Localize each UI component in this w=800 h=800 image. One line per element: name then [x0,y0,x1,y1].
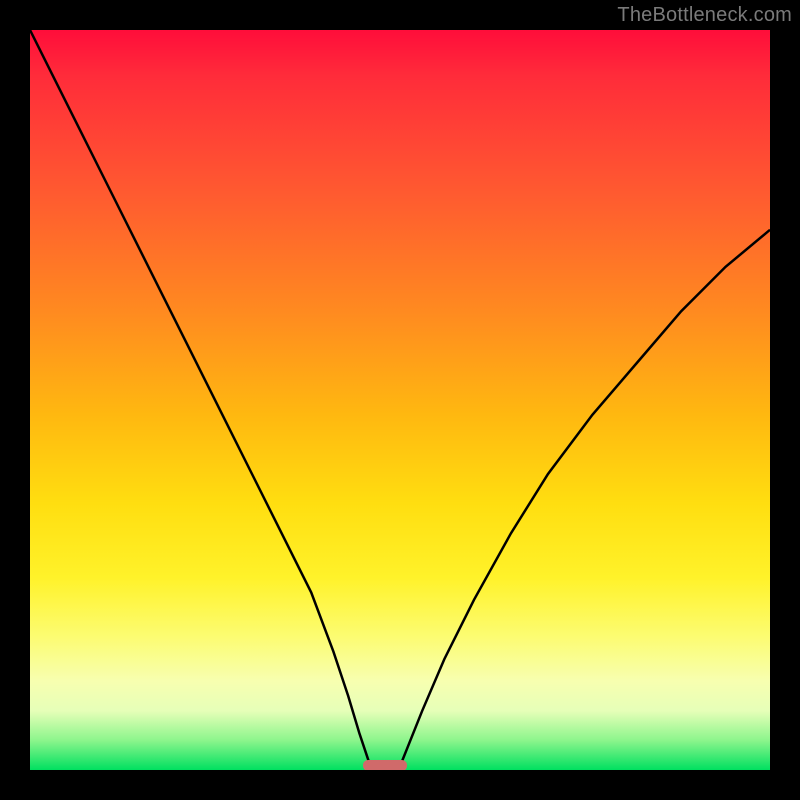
right-curve-path [400,230,770,767]
curve-layer [30,30,770,770]
bottleneck-marker [363,760,407,770]
plot-area [30,30,770,770]
left-curve-path [30,30,370,766]
chart-container: TheBottleneck.com [0,0,800,800]
watermark-text: TheBottleneck.com [617,4,792,27]
